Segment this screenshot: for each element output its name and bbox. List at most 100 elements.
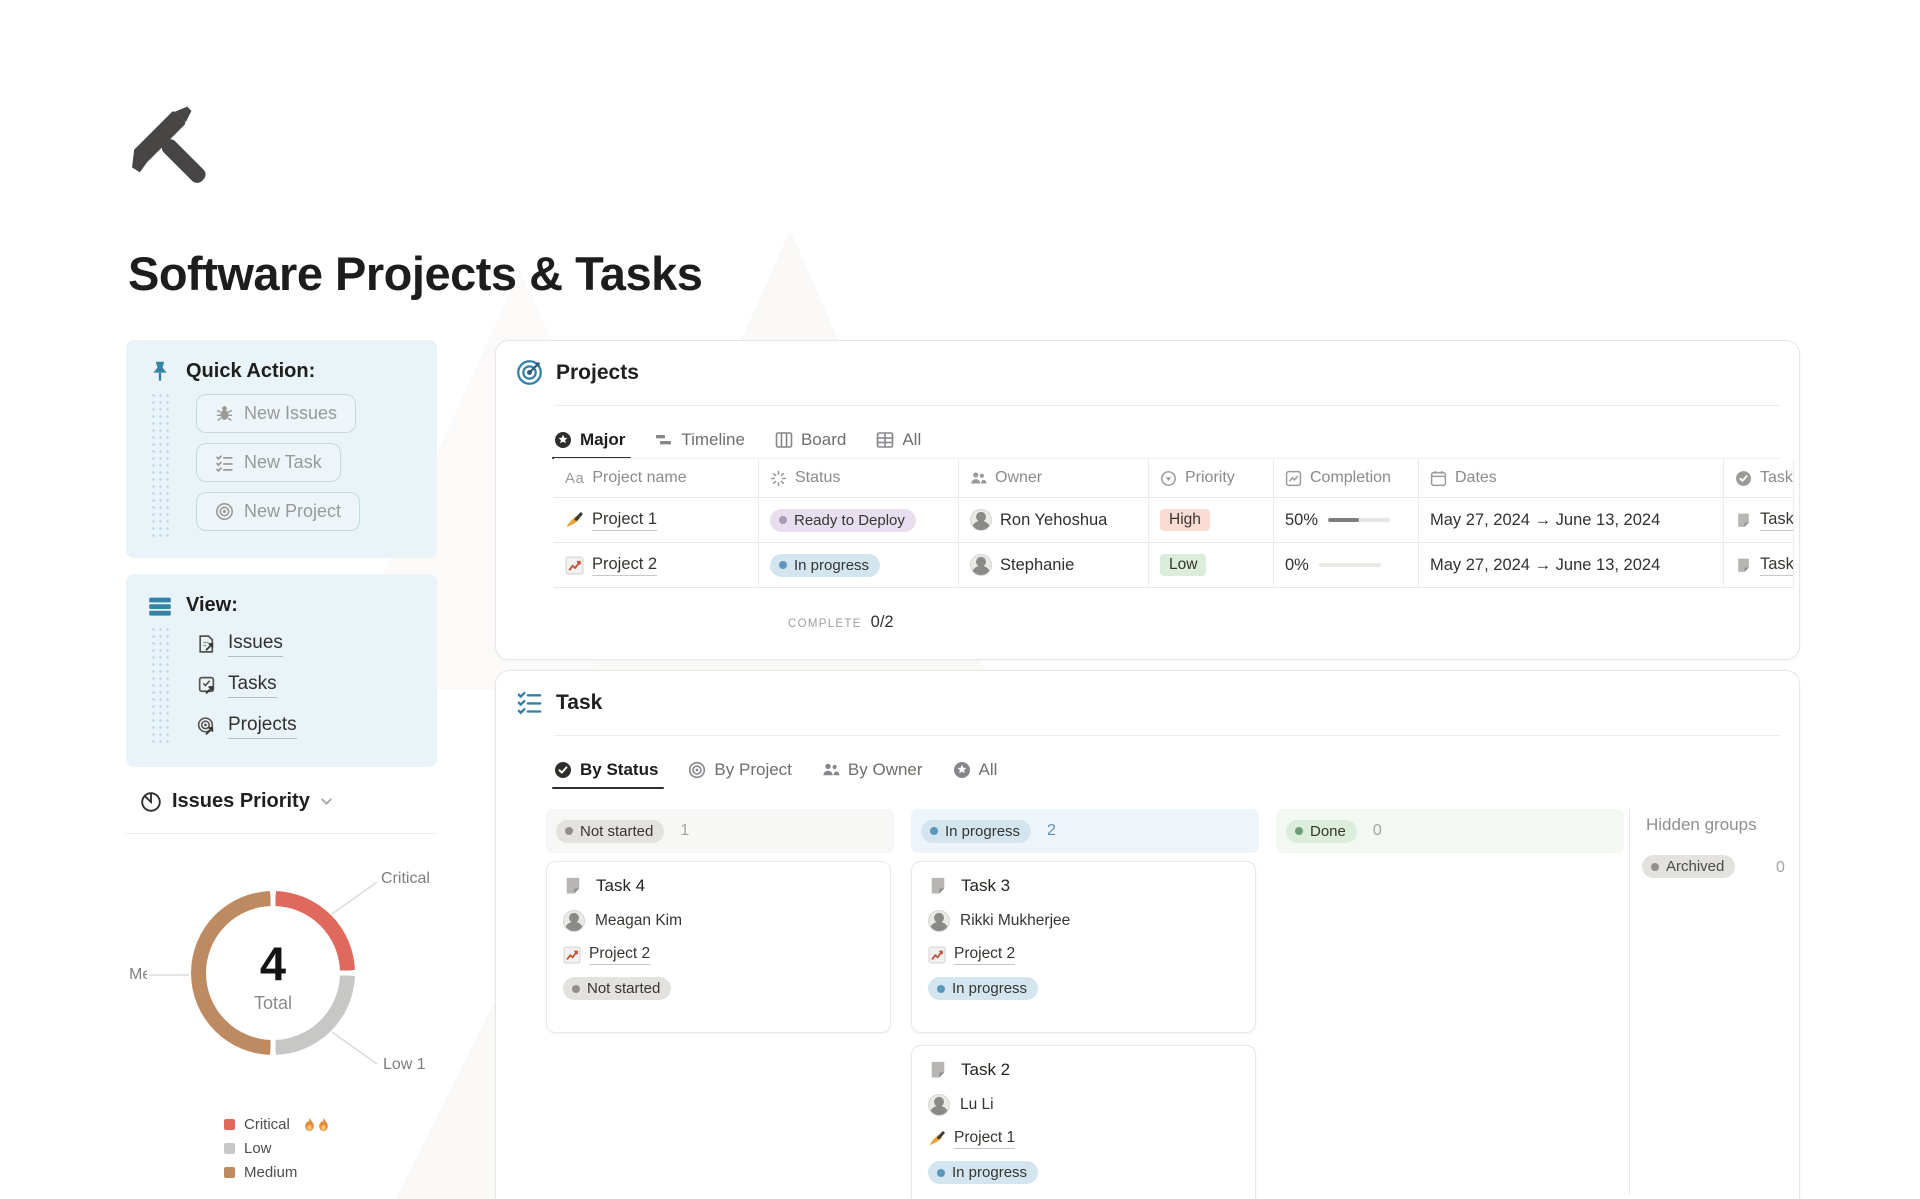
check-badge-icon [554, 761, 572, 779]
archived-group-count: 0 [1776, 859, 1785, 877]
task-card-title: Task [556, 691, 602, 715]
group-badge[interactable]: Done [1286, 820, 1357, 843]
board-column-not-started: Not started 1 [546, 809, 894, 853]
view-link-issues[interactable]: Issues [196, 632, 297, 657]
issues-priority-chart: 4 Total Critical 1 Low 1 Medium 2 Critic… [125, 858, 431, 1199]
people-icon [822, 761, 840, 779]
timeline-icon [655, 431, 673, 449]
tasks-relation-link[interactable]: Tasks [1760, 510, 1794, 531]
chart-label-critical: Critical 1 [381, 870, 431, 888]
chart-increasing-icon [563, 946, 581, 964]
table-row[interactable]: Project 1 Ready to Deploy Ron Yehoshua H… [554, 498, 1794, 543]
table-row[interactable]: Project 2 In progress Stephanie Low 0% M… [554, 543, 1794, 588]
checklist-icon [215, 453, 234, 472]
legend-item-low: Low [224, 1140, 330, 1157]
board-columns-icon [775, 431, 793, 449]
page-icon [563, 876, 583, 896]
tab-by-status[interactable]: By Status [554, 751, 658, 789]
calendar-icon [1430, 470, 1447, 487]
new-issues-button[interactable]: New Issues [196, 394, 356, 433]
table-footer-complete: COMPLETE 0/2 [788, 613, 894, 632]
avatar [928, 1094, 950, 1116]
quick-action-callout: Quick Action: New Issues New Task New Pr… [126, 340, 437, 558]
group-count: 0 [1373, 822, 1382, 840]
tab-major[interactable]: Major [554, 421, 625, 459]
project-link[interactable]: Project 1 [592, 510, 657, 531]
task-title: Task 3 [961, 876, 1010, 896]
task-card-task4[interactable]: Task 4 Meagan Kim Project 2 Not started [546, 861, 891, 1033]
pie-chart-icon [140, 791, 162, 813]
task-card: Task By Status By Project By Owner All [495, 670, 1800, 1199]
target-icon [688, 761, 706, 779]
view-link-projects[interactable]: Projects [196, 714, 297, 739]
tab-by-project[interactable]: By Project [688, 751, 791, 789]
new-project-button[interactable]: New Project [196, 492, 360, 531]
chart-label-low: Low 1 [383, 1056, 431, 1074]
page-icon [1735, 557, 1752, 574]
view-heading: View: [186, 594, 238, 617]
table-header-row: AaProject name Status Owner Priority Com… [554, 459, 1794, 498]
hidden-groups-label: Hidden groups [1646, 815, 1757, 835]
new-task-button[interactable]: New Task [196, 443, 341, 482]
projects-table: AaProject name Status Owner Priority Com… [554, 459, 1794, 588]
task-owner: Meagan Kim [595, 912, 682, 930]
view-link-tasks[interactable]: Tasks [196, 673, 297, 698]
group-badge[interactable]: Not started [556, 820, 664, 843]
star-badge-icon [554, 431, 572, 449]
divider [554, 735, 1781, 736]
tab-by-owner[interactable]: By Owner [822, 751, 923, 789]
section-divider [126, 833, 437, 834]
page-icon [928, 1060, 948, 1080]
menu-icon [148, 594, 172, 618]
tab-all[interactable]: All [876, 421, 921, 459]
task-title: Task 4 [596, 876, 645, 896]
view-link-issues-label: Issues [228, 632, 283, 657]
divider [1629, 809, 1630, 1194]
tab-timeline[interactable]: Timeline [655, 421, 745, 459]
tasks-relation-link[interactable]: Tasks [1760, 555, 1794, 576]
text-property-icon: Aa [565, 470, 584, 487]
project-link[interactable]: Project 2 [592, 555, 657, 576]
task-title: Task 2 [961, 1060, 1010, 1080]
projects-view-tabs: Major Timeline Board All [554, 421, 921, 459]
task-card-task3[interactable]: Task 3 Rikki Mukherjee Project 2 In prog… [911, 861, 1256, 1033]
task-card-task2[interactable]: Task 2 Lu Li Project 1 In progress [911, 1045, 1256, 1199]
group-badge[interactable]: In progress [921, 820, 1031, 843]
archived-group-badge[interactable]: Archived [1642, 855, 1735, 878]
issues-priority-header: Issues Priority [140, 790, 333, 813]
star-badge-icon [953, 761, 971, 779]
project-link[interactable]: Project 2 [589, 945, 650, 965]
legend-swatch [224, 1143, 235, 1154]
notion-page: Software Projects & Tasks Quick Action: … [0, 0, 1920, 1199]
group-count: 2 [1047, 822, 1056, 840]
avatar [970, 509, 992, 531]
target-icon [215, 502, 234, 521]
page-title: Software Projects & Tasks [128, 246, 702, 301]
priority-badge: Low [1160, 554, 1206, 576]
status-badge: In progress [928, 1161, 1038, 1184]
page-icon [928, 876, 948, 896]
tab-all[interactable]: All [953, 751, 998, 789]
board-column-done: Done 0 [1276, 809, 1624, 853]
status-icon [770, 470, 787, 487]
projects-card-title: Projects [556, 361, 639, 385]
people-icon [970, 470, 987, 487]
project-link[interactable]: Project 2 [954, 945, 1015, 965]
dotted-decoration [150, 392, 172, 540]
project-link[interactable]: Project 1 [954, 1129, 1015, 1149]
dotted-decoration [150, 626, 172, 746]
chevron-down-icon[interactable] [320, 795, 333, 808]
chart-increasing-icon [565, 556, 584, 575]
task-owner: Lu Li [960, 1096, 994, 1114]
view-callout: View: Issues Tasks Projects [126, 574, 437, 767]
divider [554, 405, 1781, 406]
tab-board[interactable]: Board [775, 421, 846, 459]
target-icon [516, 359, 543, 386]
new-task-label: New Task [244, 452, 322, 473]
status-badge: Not started [563, 977, 671, 1000]
task-view-tabs: By Status By Project By Owner All [554, 751, 997, 789]
group-count: 1 [680, 822, 689, 840]
legend-item-medium: Medium [224, 1164, 330, 1181]
check-circle-icon [1735, 470, 1752, 487]
projects-card: Projects Major Timeline Board All [495, 340, 1800, 660]
